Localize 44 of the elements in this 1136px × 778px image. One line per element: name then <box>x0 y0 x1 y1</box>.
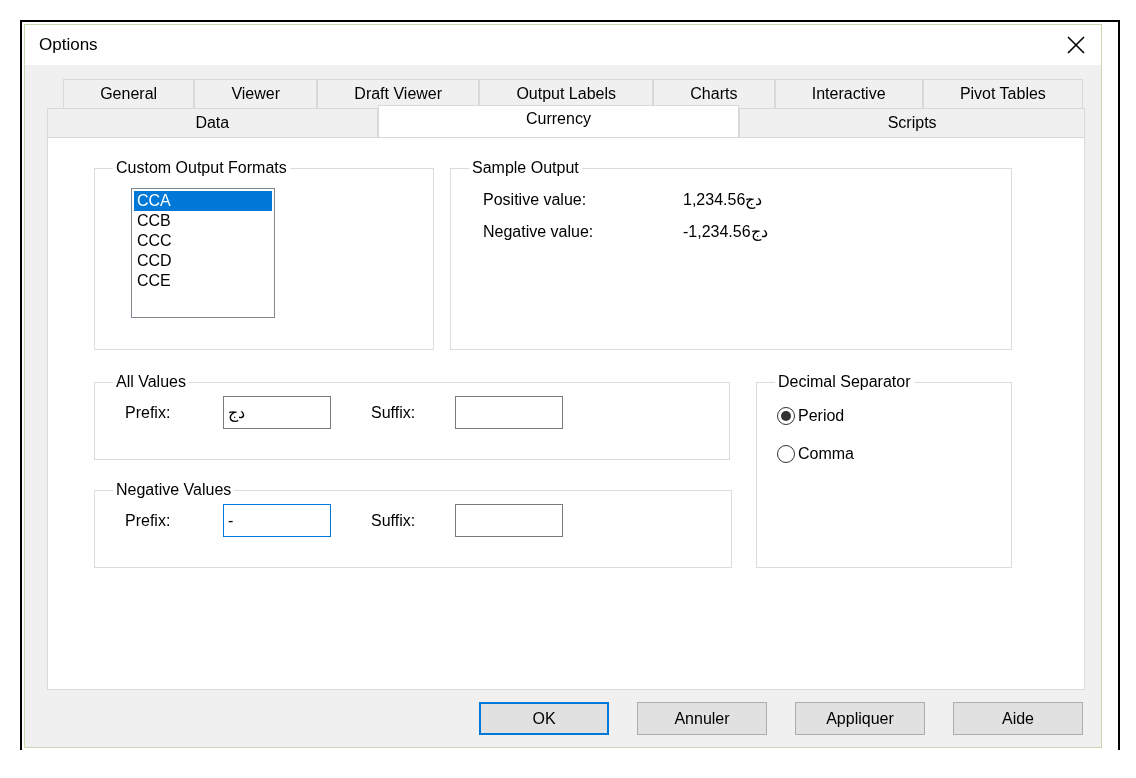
sample-value: 1,234.56دج <box>683 190 763 211</box>
group-title: All Values <box>115 374 187 390</box>
field-label: Suffix: <box>371 402 416 423</box>
group-title: Negative Values <box>115 482 233 498</box>
dialog-button[interactable]: Aide <box>953 702 1083 735</box>
tab[interactable]: General <box>63 79 195 108</box>
list-item[interactable]: CCB <box>134 211 272 231</box>
input-field[interactable]: دج <box>223 396 331 429</box>
field-label: Prefix: <box>125 510 172 531</box>
group-title: Decimal Separator <box>777 374 912 390</box>
group-title: Sample Output <box>471 160 580 176</box>
tab[interactable]: Interactive <box>774 79 923 108</box>
list-box[interactable]: CCA CCB CCC CCD CCE <box>131 188 275 318</box>
sample-value: -1,234.56دج <box>683 222 768 243</box>
dialog-button[interactable]: Appliquer <box>795 702 925 735</box>
radio-button[interactable] <box>777 445 795 463</box>
window-title: Options <box>39 34 98 57</box>
dialog-button[interactable]: OK <box>479 702 609 735</box>
input-field[interactable]: - <box>223 504 331 537</box>
radio-option[interactable]: Period <box>777 404 845 428</box>
tab[interactable]: Charts <box>653 79 775 108</box>
group-title: Custom Output Formats <box>115 160 288 176</box>
radio-label: Comma <box>798 444 854 464</box>
input-field[interactable] <box>455 504 564 537</box>
field-label: Prefix: <box>125 402 172 423</box>
tab[interactable]: Draft Viewer <box>317 79 480 108</box>
field-label: Suffix: <box>371 510 416 531</box>
tab[interactable]: Data <box>47 108 378 137</box>
field-label: Negative value: <box>483 222 595 242</box>
radio-button[interactable] <box>777 407 795 425</box>
tab[interactable]: Viewer <box>194 79 318 108</box>
tab[interactable]: Currency <box>377 105 740 137</box>
tab[interactable]: Scripts <box>739 108 1085 137</box>
field-label: Positive value: <box>483 190 588 210</box>
radio-label: Period <box>798 406 845 426</box>
list-item[interactable]: CCA <box>134 191 272 211</box>
tab[interactable]: Pivot Tables <box>922 79 1083 108</box>
close-icon[interactable] <box>1067 36 1085 54</box>
dialog-button[interactable]: Annuler <box>637 702 767 735</box>
list-item[interactable]: CCD <box>134 251 272 271</box>
radio-option[interactable]: Comma <box>777 442 854 466</box>
list-item[interactable]: CCC <box>134 231 272 251</box>
input-field[interactable] <box>455 396 564 429</box>
list-item[interactable]: CCE <box>134 271 272 291</box>
